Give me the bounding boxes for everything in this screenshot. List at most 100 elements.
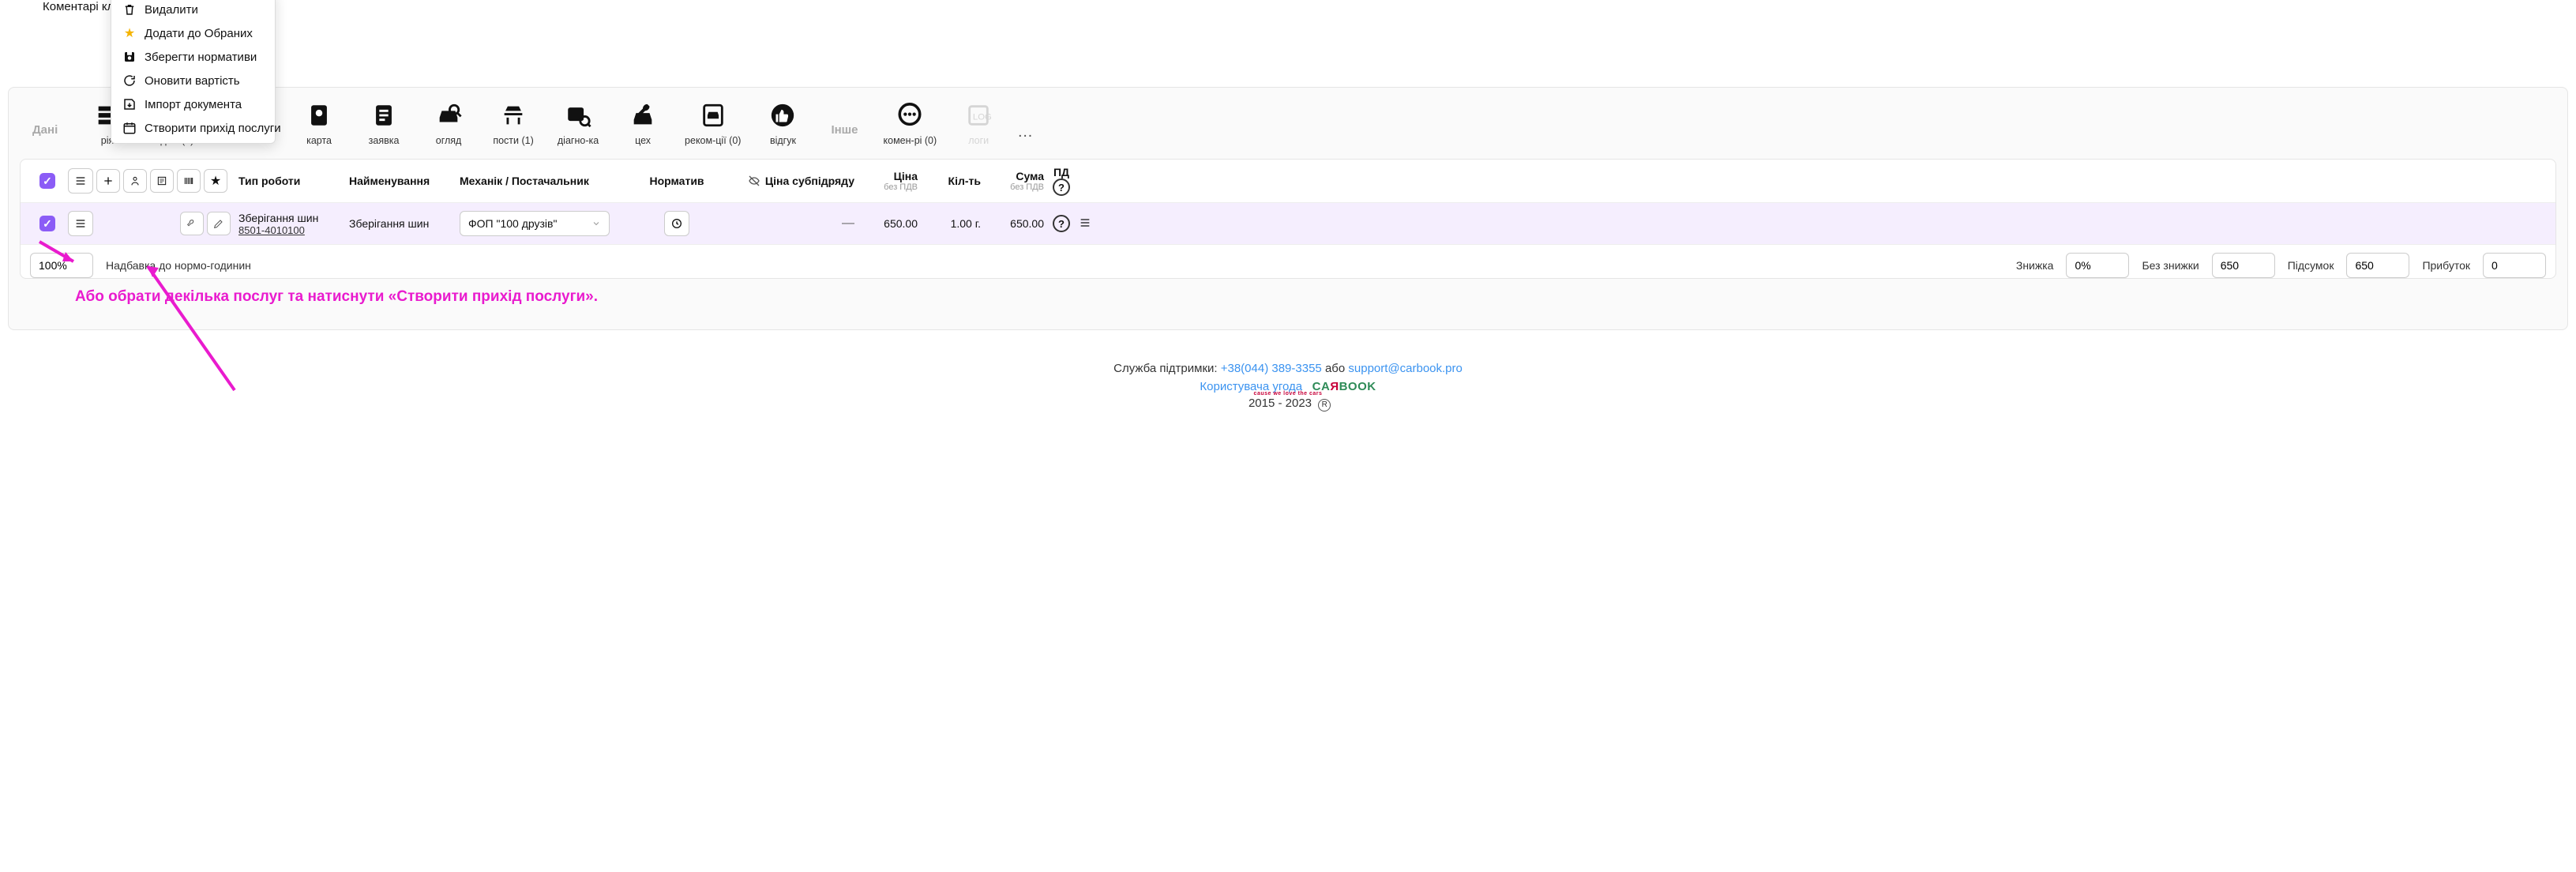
menu-update-cost-label: Оновити вартість — [145, 74, 240, 88]
row-code-link[interactable]: 8501-4010100 — [238, 224, 349, 236]
tool-shop[interactable]: цех — [610, 96, 675, 151]
tool-button[interactable] — [180, 212, 204, 235]
support-email[interactable]: support@carbook.pro — [1348, 362, 1462, 375]
tool-inspect[interactable]: огляд — [416, 96, 481, 151]
add-button[interactable] — [96, 169, 120, 193]
tool-review[interactable]: відгук — [750, 96, 815, 151]
col-pd: ПД? — [1044, 166, 1079, 196]
col-qty: Кіл-ть — [918, 175, 981, 187]
discount-label: Знижка — [2016, 259, 2054, 272]
footer-years: 2015 - 2023 — [1249, 397, 1312, 410]
row-help-icon[interactable]: ? — [1053, 215, 1070, 232]
nodisc-label: Без знижки — [2142, 259, 2199, 272]
profit-input[interactable] — [2483, 253, 2546, 278]
col-subprice: Ціна субпідряду — [720, 175, 854, 187]
menu-create-income[interactable]: Створити прихід послуги — [111, 116, 275, 140]
engine-search-icon — [563, 100, 593, 130]
menu-delete-label: Видалити — [145, 3, 198, 17]
row-price: 650.00 — [854, 217, 918, 230]
col-price: Цінабез ПДВ — [854, 170, 918, 192]
refresh-icon — [122, 73, 137, 88]
table-header: ★ Тип роботи Найменування Механік / Пост… — [21, 160, 2555, 203]
col-mechanic: Механік / Постачальник — [460, 175, 633, 187]
nodisc-input[interactable] — [2212, 253, 2275, 278]
subtotal-label: Підсумок — [2288, 259, 2334, 272]
comments-label: Коментарі кл — [43, 0, 114, 13]
help-icon[interactable]: ? — [1053, 179, 1070, 196]
support-label: Служба підтримки: — [1113, 362, 1217, 375]
tool-map[interactable]: карта — [287, 96, 351, 151]
calendar-plus-icon — [122, 121, 137, 135]
mechanic-select[interactable]: ФОП "100 друзів" — [460, 211, 610, 236]
section-other-label: Інше — [815, 96, 873, 137]
tool-diag[interactable]: діагно-ка — [546, 96, 610, 151]
support-phone[interactable]: +38(044) 389-3355 — [1221, 362, 1322, 375]
row-checkbox[interactable] — [39, 216, 55, 231]
menu-create-income-label: Створити прихід послуги — [145, 122, 281, 135]
toolbar-more[interactable]: … — [1011, 96, 1039, 141]
clock-icon — [670, 217, 683, 230]
tool-request[interactable]: заявка — [351, 96, 416, 151]
col-type: Тип роботи — [238, 175, 349, 187]
context-menu: Видалити ★ Додати до Обраних Зберегти но… — [111, 0, 276, 144]
favorite-button[interactable]: ★ — [204, 169, 227, 193]
svg-text:LOG: LOG — [973, 113, 992, 122]
row-name: Зберігання шин — [349, 217, 460, 230]
log-icon: LOG — [963, 100, 993, 130]
trash-icon — [122, 2, 137, 17]
registered-icon: R — [1318, 399, 1331, 412]
tool-recom[interactable]: реком-ції (0) — [675, 96, 750, 151]
select-all-checkbox[interactable] — [39, 173, 55, 189]
discount-input[interactable] — [2066, 253, 2129, 278]
mechanic-button[interactable] — [123, 169, 147, 193]
menu-favorite-label: Додати до Обраних — [145, 27, 253, 40]
norm-clock-button[interactable] — [664, 211, 689, 236]
row-more-icon[interactable] — [1079, 216, 1091, 229]
barcode-button[interactable] — [177, 169, 201, 193]
row-menu-button[interactable] — [68, 211, 93, 236]
table-row: Зберігання шин 8501-4010100 Зберігання ш… — [21, 203, 2555, 245]
star-icon: ★ — [122, 26, 137, 40]
annotation-text: Або обрати декілька послуг та натиснути … — [20, 279, 2556, 306]
col-name: Найменування — [349, 175, 460, 187]
car-lift-icon — [498, 100, 528, 130]
row-sum: 650.00 — [981, 217, 1044, 230]
col-sum: Сумабез ПДВ — [981, 170, 1044, 192]
menu-update-cost[interactable]: Оновити вартість — [111, 69, 275, 92]
chevron-down-icon — [591, 219, 601, 228]
document-icon — [369, 100, 399, 130]
page-footer: Служба підтримки: +38(044) 389-3355 або … — [0, 330, 2576, 427]
menu-save-norms[interactable]: Зберегти нормативи — [111, 45, 275, 69]
edit-button[interactable] — [207, 212, 231, 235]
subtotal-input[interactable] — [2346, 253, 2409, 278]
eye-off-icon — [748, 175, 760, 187]
details-button[interactable] — [150, 169, 174, 193]
import-icon — [122, 97, 137, 111]
chat-icon — [895, 100, 925, 130]
save-icon — [122, 50, 137, 64]
menu-import-label: Імпорт документа — [145, 98, 242, 111]
header-menu-button[interactable] — [68, 168, 93, 194]
profit-label: Прибуток — [2422, 259, 2470, 272]
row-qty: 1.00 г. — [918, 217, 981, 230]
toolbar: Дані рія задачі (0) Процеси карта заявка… — [20, 96, 2556, 151]
menu-save-norms-label: Зберегти нормативи — [145, 51, 257, 64]
tool-logs[interactable]: LOG логи — [946, 96, 1011, 151]
menu-delete[interactable]: Видалити — [111, 0, 275, 21]
clipboard-car-icon — [698, 100, 728, 130]
row-subprice: — — [842, 216, 854, 231]
car-search-icon — [434, 100, 464, 130]
row-type: Зберігання шин 8501-4010100 — [238, 212, 349, 236]
main-panel: Дані рія задачі (0) Процеси карта заявка… — [8, 87, 2568, 330]
menu-import[interactable]: Імпорт документа — [111, 92, 275, 116]
wrench-car-icon — [628, 100, 658, 130]
col-norm: Норматив — [633, 175, 720, 187]
tool-posts[interactable]: пости (1) — [481, 96, 546, 151]
tool-comments[interactable]: комен-рі (0) — [874, 96, 947, 151]
services-table: ★ Тип роботи Найменування Механік / Пост… — [20, 159, 2556, 279]
map-icon — [304, 100, 334, 130]
thumb-up-icon — [768, 100, 798, 130]
table-footer: Надбавка до нормо-годинин Знижка Без зни… — [21, 245, 2555, 278]
section-data-label: Дані — [20, 96, 75, 137]
menu-favorite[interactable]: ★ Додати до Обраних — [111, 21, 275, 45]
